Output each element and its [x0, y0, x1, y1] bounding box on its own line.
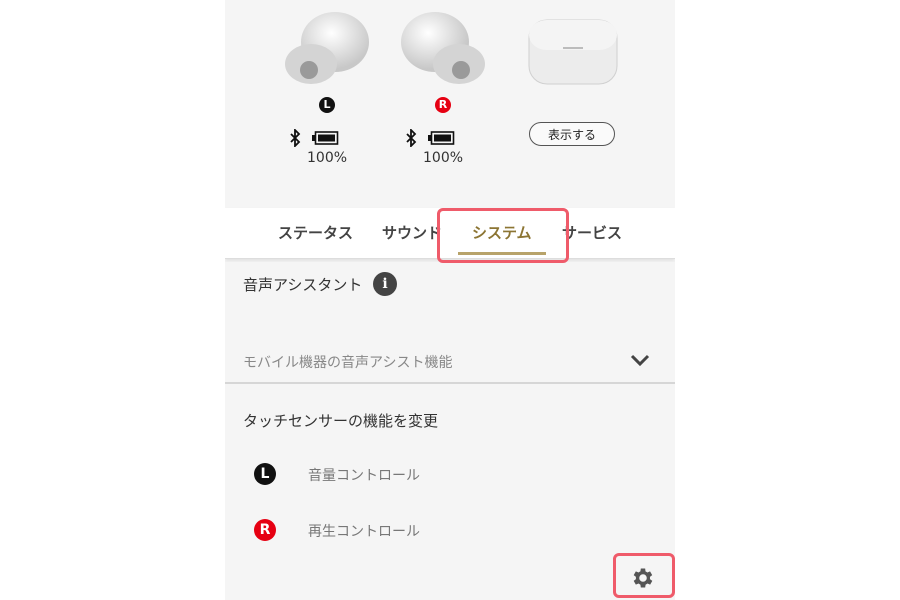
tab-service[interactable]: サービス — [562, 222, 622, 243]
battery-icon — [428, 131, 455, 145]
left-side-badge: L — [319, 97, 335, 113]
right-earbud-image — [401, 12, 485, 84]
voice-assistant-section: 音声アシスタント i モバイル機器の音声アシスト機能 — [225, 262, 675, 384]
chevron-down-icon[interactable] — [629, 352, 651, 368]
battery-icon — [312, 131, 339, 145]
left-battery-percent: 100% — [307, 150, 348, 166]
right-side-badge: R — [435, 97, 451, 113]
right-touch-function[interactable]: 再生コントロール — [308, 521, 420, 541]
tab-highlight-frame — [437, 208, 569, 263]
bluetooth-icon — [406, 129, 417, 147]
tab-sound[interactable]: サウンド — [382, 222, 442, 243]
voice-assistant-dropdown[interactable]: モバイル機器の音声アシスト機能 — [243, 352, 452, 372]
app-screen: L R 100% 100% 表示する ステータス サウンド システム サービス … — [225, 0, 675, 600]
info-icon[interactable]: i — [373, 272, 397, 296]
gear-highlight-frame — [613, 553, 675, 598]
right-side-badge: R — [254, 519, 276, 541]
left-touch-function[interactable]: 音量コントロール — [308, 465, 420, 485]
device-status-panel: L R 100% 100% 表示する — [225, 0, 675, 208]
touch-sensor-title: タッチセンサーの機能を変更 — [243, 412, 439, 430]
right-battery-percent: 100% — [423, 150, 464, 166]
left-earbud-image — [285, 12, 369, 84]
charging-case-image — [528, 19, 618, 85]
touch-sensor-section: タッチセンサーの機能を変更 L 音量コントロール R 再生コントロール — [225, 394, 675, 600]
tab-status[interactable]: ステータス — [278, 222, 353, 243]
show-case-button[interactable]: 表示する — [529, 122, 615, 146]
bluetooth-icon — [290, 129, 301, 147]
voice-assistant-title: 音声アシスタント — [243, 276, 363, 294]
left-side-badge: L — [254, 463, 276, 485]
